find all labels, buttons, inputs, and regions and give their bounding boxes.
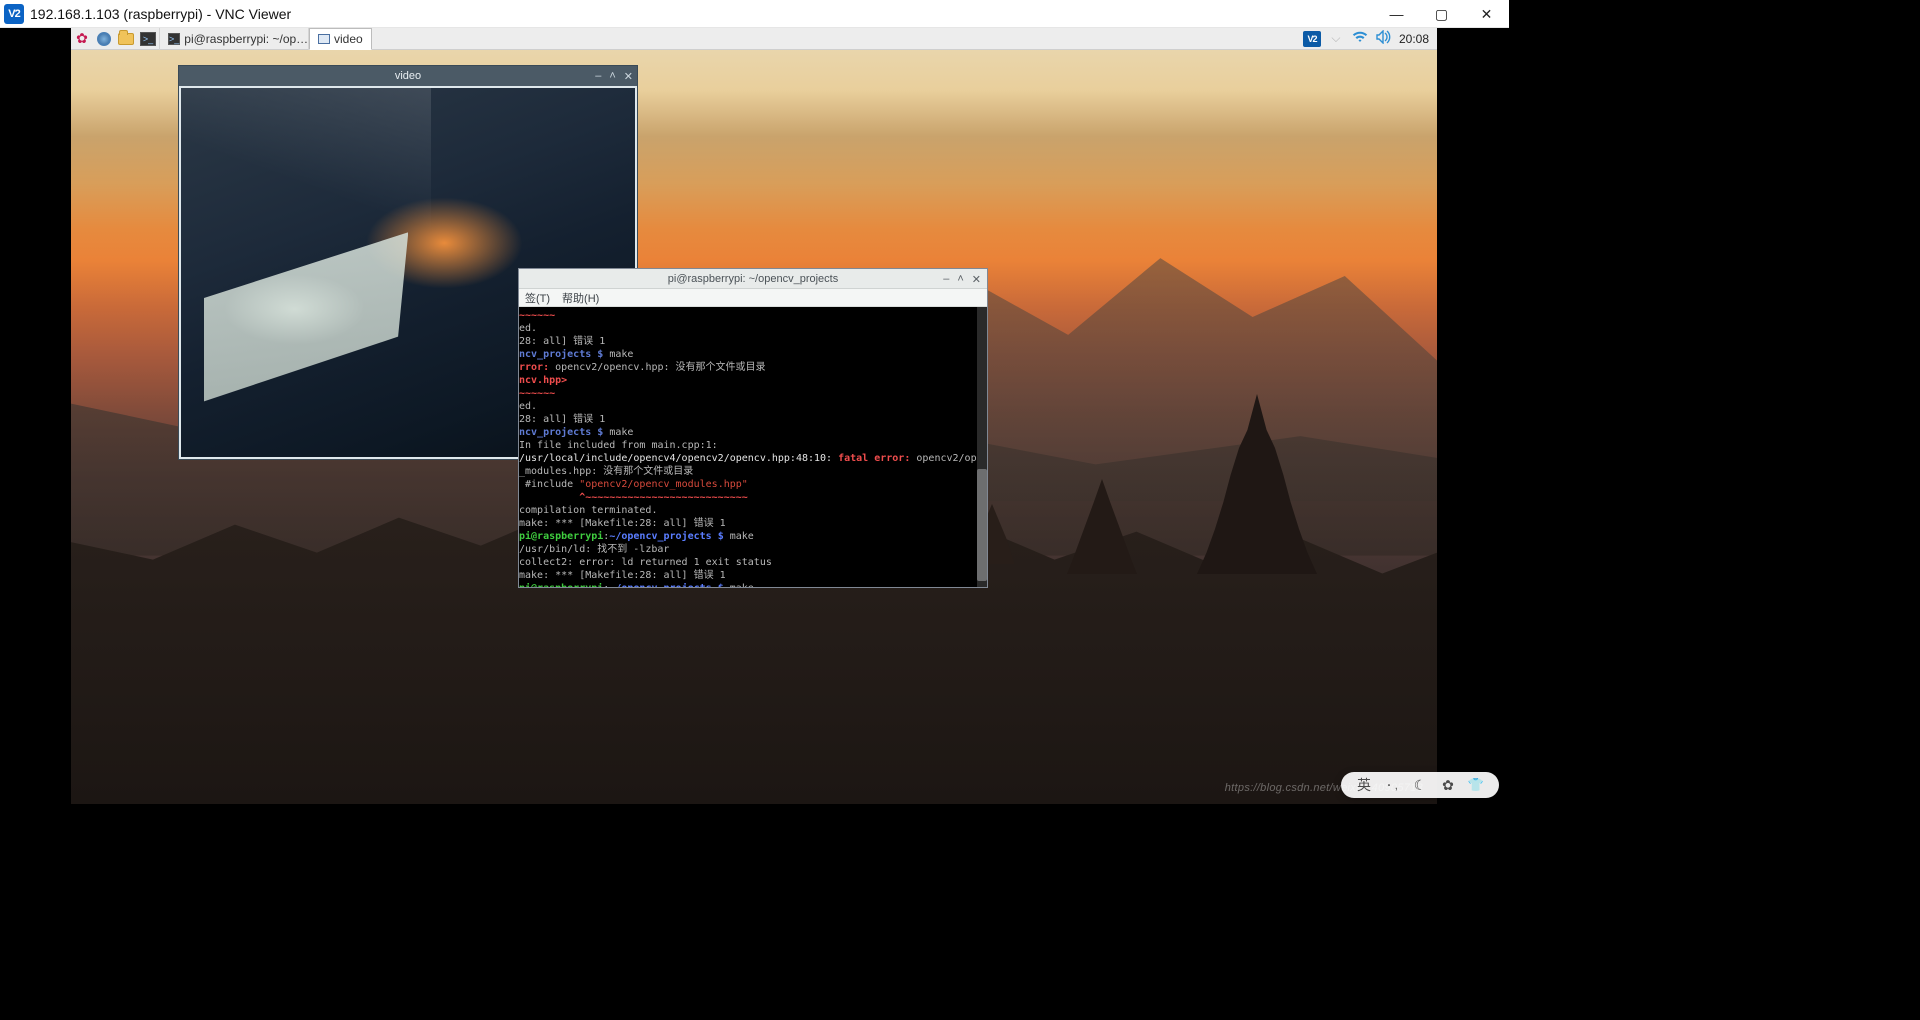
file-manager-icon[interactable] xyxy=(115,28,137,50)
terminal-minimize-button[interactable]: – xyxy=(943,273,949,285)
video-window-titlebar[interactable]: video – ˄ ✕ xyxy=(179,66,637,86)
ime-punct-icon[interactable]: ･ , xyxy=(1383,776,1401,794)
gear-icon[interactable]: ✿ xyxy=(1439,776,1457,794)
moon-icon[interactable]: ☾ xyxy=(1411,776,1429,794)
host-ime-tray[interactable]: 英 ･ , ☾ ✿ 👕 xyxy=(1341,772,1499,798)
window-icon xyxy=(318,34,330,44)
terminal-output[interactable]: ~~~~~~ ed. 28: all] 错误 1 ncv_projects $ … xyxy=(519,307,987,587)
video-maximize-button[interactable]: ˄ xyxy=(609,70,615,82)
terminal-maximize-button[interactable]: ˄ xyxy=(957,273,963,285)
taskbar-item-terminal[interactable]: >_ pi@raspberrypi: ~/op… xyxy=(159,28,309,50)
raspberry-menu-icon[interactable]: ✿ xyxy=(71,28,93,50)
terminal-scrollbar-thumb[interactable] xyxy=(977,469,987,581)
terminal-launcher-icon[interactable]: >_ xyxy=(137,28,159,50)
host-maximize-button[interactable]: ▢ xyxy=(1419,0,1464,28)
pi-menu-bar: ✿ >_ >_ pi@raspberrypi: ~/op… video V2 ⌵ xyxy=(71,28,1437,50)
terminal-close-button[interactable]: ✕ xyxy=(972,273,981,286)
host-minimize-button[interactable]: — xyxy=(1374,0,1419,28)
skin-icon[interactable]: 👕 xyxy=(1467,776,1485,794)
terminal-menu-tabs[interactable]: 签(T) xyxy=(525,290,550,306)
web-browser-icon[interactable] xyxy=(93,28,115,50)
terminal-window-title: pi@raspberrypi: ~/opencv_projects xyxy=(668,273,838,285)
terminal-scrollbar[interactable] xyxy=(977,307,987,587)
video-window-title: video xyxy=(395,70,421,82)
taskbar-item-video[interactable]: video xyxy=(309,28,372,50)
remote-desktop[interactable]: ✿ >_ >_ pi@raspberrypi: ~/op… video V2 ⌵ xyxy=(71,28,1437,804)
ime-language-indicator[interactable]: 英 xyxy=(1355,776,1373,794)
terminal-titlebar[interactable]: pi@raspberrypi: ~/opencv_projects – ˄ ✕ xyxy=(519,269,987,289)
taskbar-item-terminal-label: pi@raspberrypi: ~/op… xyxy=(184,32,308,46)
taskbar-item-video-label: video xyxy=(334,32,363,46)
terminal-window[interactable]: pi@raspberrypi: ~/opencv_projects – ˄ ✕ … xyxy=(518,268,988,588)
video-close-button[interactable]: ✕ xyxy=(624,70,633,83)
wifi-icon[interactable] xyxy=(1351,31,1369,46)
host-titlebar: V2 192.168.1.103 (raspberrypi) - VNC Vie… xyxy=(0,0,1509,28)
terminal-icon: >_ xyxy=(168,33,180,45)
remote-frame: ✿ >_ >_ pi@raspberrypi: ~/op… video V2 ⌵ xyxy=(0,28,1509,804)
host-window-title: 192.168.1.103 (raspberrypi) - VNC Viewer xyxy=(30,6,291,22)
vnc-server-tray-icon[interactable]: V2 xyxy=(1303,31,1321,47)
vnc-app-icon: V2 xyxy=(4,4,24,24)
bluetooth-icon[interactable]: ⌵ xyxy=(1327,31,1345,46)
clock[interactable]: 20:08 xyxy=(1399,32,1429,46)
volume-icon[interactable] xyxy=(1375,30,1393,47)
host-close-button[interactable]: ✕ xyxy=(1464,0,1509,28)
video-minimize-button[interactable]: – xyxy=(595,70,601,82)
terminal-menubar: 签(T) 帮助(H) xyxy=(519,289,987,307)
terminal-menu-help[interactable]: 帮助(H) xyxy=(562,290,599,306)
